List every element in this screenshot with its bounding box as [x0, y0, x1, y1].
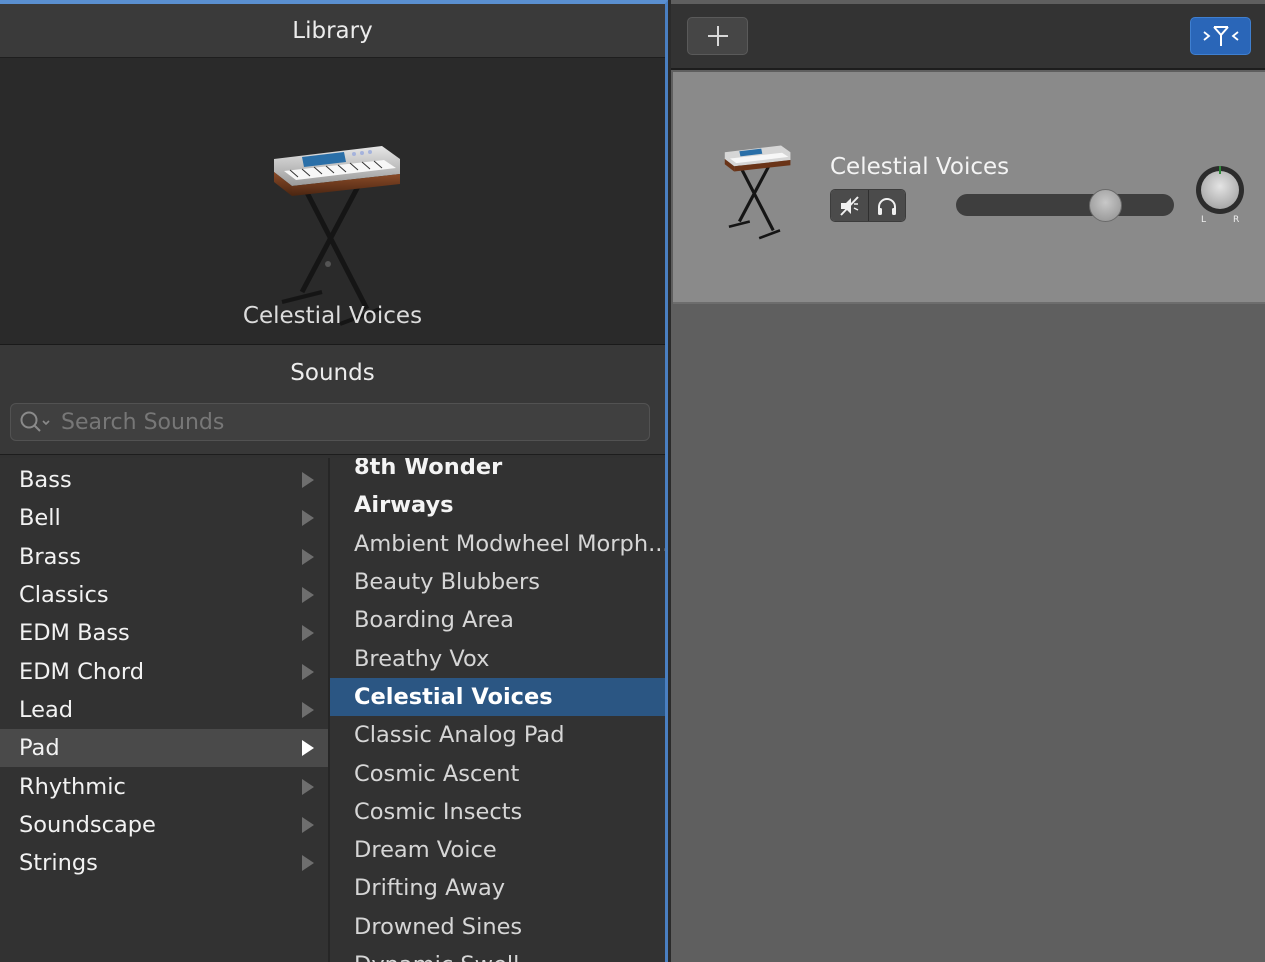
- mute-solo-group: [830, 189, 906, 222]
- category-label: EDM Chord: [19, 658, 144, 685]
- solo-button[interactable]: [867, 190, 905, 221]
- category-item[interactable]: Bell: [0, 499, 328, 537]
- patch-item[interactable]: Airways: [330, 486, 665, 524]
- category-item[interactable]: Rhythmic: [0, 767, 328, 805]
- category-item[interactable]: Pad: [0, 729, 328, 768]
- category-label: EDM Bass: [19, 620, 130, 647]
- library-title: Library: [292, 17, 373, 44]
- library-header: Library: [0, 4, 665, 58]
- instrument-preview: Celestial Voices: [0, 58, 665, 345]
- track-instrument-icon: [724, 145, 791, 240]
- patch-item[interactable]: Classic Analog Pad: [330, 716, 665, 754]
- patch-item[interactable]: Boarding Area: [330, 601, 665, 639]
- sounds-header: Sounds: [0, 345, 665, 401]
- category-item[interactable]: Strings: [0, 844, 328, 882]
- search-bar: [0, 401, 665, 455]
- pan-knob[interactable]: L R: [1193, 162, 1249, 226]
- category-item[interactable]: EDM Bass: [0, 614, 328, 652]
- disclosure-arrow-icon: [302, 510, 314, 527]
- disclosure-arrow-icon: [302, 548, 314, 565]
- patch-list: 8th Wonder Airways Ambient Modwheel Morph.…: [330, 458, 665, 962]
- headphones-icon: [877, 197, 896, 215]
- category-item[interactable]: Lead: [0, 691, 328, 729]
- search-field[interactable]: [10, 403, 650, 441]
- sounds-title: Sounds: [290, 360, 375, 386]
- disclosure-arrow-icon: [302, 663, 314, 680]
- patch-item[interactable]: Drifting Away: [330, 869, 665, 907]
- volume-slider[interactable]: [956, 189, 1174, 222]
- preview-instrument-name: Celestial Voices: [242, 303, 423, 329]
- speaker-mute-icon: [840, 195, 860, 216]
- category-label: Rhythmic: [19, 773, 126, 800]
- category-item[interactable]: Brass: [0, 538, 328, 576]
- patch-item[interactable]: Dynamic Swell: [330, 946, 665, 962]
- mute-button[interactable]: [831, 190, 868, 221]
- disclosure-arrow-icon: [302, 855, 314, 872]
- disclosure-arrow-icon: [302, 625, 314, 642]
- sound-browser: Bass Bell Brass Classics EDM Bass EDM Chord Le…: [0, 458, 665, 962]
- disclosure-arrow-icon: [302, 740, 314, 757]
- smart-controls-icon: [1202, 26, 1239, 46]
- patch-item[interactable]: 8th Wonder: [330, 458, 665, 486]
- category-item[interactable]: Bass: [0, 461, 328, 499]
- plus-icon: [707, 26, 728, 46]
- category-label: Bell: [19, 505, 61, 532]
- category-label: Brass: [19, 543, 81, 570]
- disclosure-arrow-icon: [302, 778, 314, 795]
- category-label: Lead: [19, 696, 74, 723]
- disclosure-arrow-icon: [302, 472, 314, 489]
- patch-item[interactable]: Dream Voice: [330, 831, 665, 869]
- search-input[interactable]: [55, 408, 649, 436]
- pan-right-label: R: [1233, 215, 1239, 225]
- track-header[interactable]: Celestial Voices L R: [673, 72, 1265, 304]
- add-track-button[interactable]: [687, 17, 748, 55]
- tracks-toolbar: [671, 4, 1265, 70]
- tracks-area: Celestial Voices L R: [671, 0, 1265, 962]
- pan-left-label: L: [1201, 215, 1206, 225]
- category-label: Bass: [19, 467, 72, 494]
- category-label: Pad: [19, 735, 60, 762]
- category-list: Bass Bell Brass Classics EDM Bass EDM Chord Le…: [0, 458, 330, 962]
- patch-item[interactable]: Drowned Sines: [330, 908, 665, 946]
- search-icon[interactable]: [17, 407, 55, 437]
- patch-item[interactable]: Beauty Blubbers: [330, 563, 665, 601]
- category-label: Soundscape: [19, 811, 156, 838]
- patch-item[interactable]: Cosmic Insects: [330, 793, 665, 831]
- category-label: Strings: [19, 850, 98, 877]
- patch-item[interactable]: Celestial Voices: [330, 677, 665, 717]
- track-name[interactable]: Celestial Voices: [830, 154, 1009, 180]
- disclosure-arrow-icon: [302, 701, 314, 718]
- patch-item[interactable]: Breathy Vox: [330, 639, 665, 677]
- patch-item[interactable]: Ambient Modwheel Morph...: [330, 525, 665, 563]
- disclosure-arrow-icon: [302, 587, 314, 604]
- category-item[interactable]: Classics: [0, 576, 328, 614]
- category-item[interactable]: EDM Chord: [0, 652, 328, 690]
- smart-controls-button[interactable]: [1190, 17, 1251, 55]
- category-item[interactable]: Soundscape: [0, 806, 328, 844]
- library-panel: Library Celestial Voices Sounds Search S…: [0, 0, 668, 962]
- patch-item[interactable]: Cosmic Ascent: [330, 754, 665, 792]
- volume-slider-thumb[interactable]: [1089, 189, 1122, 222]
- category-label: Classics: [19, 582, 109, 609]
- disclosure-arrow-icon: [302, 816, 314, 833]
